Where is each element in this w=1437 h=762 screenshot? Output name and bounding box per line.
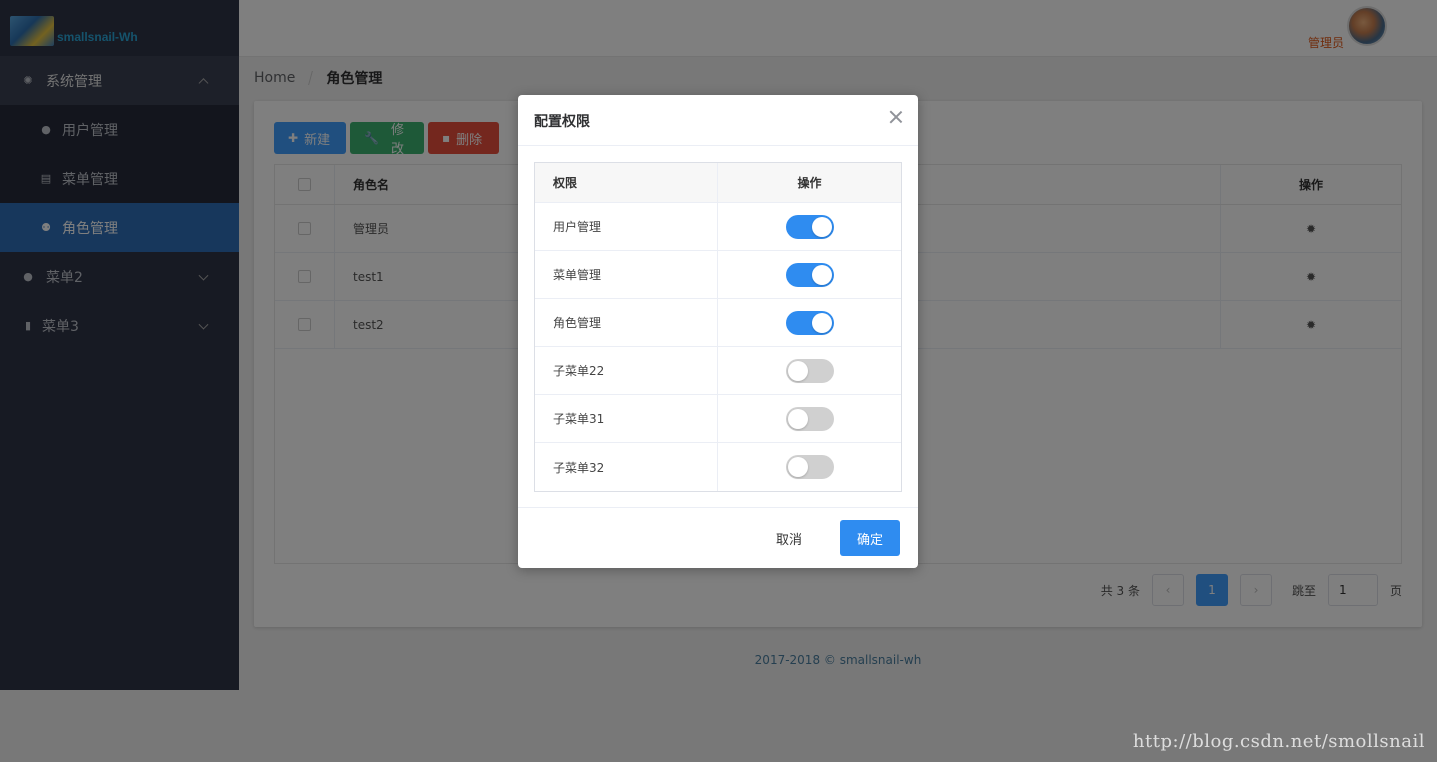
dialog-header: 配置权限 xyxy=(518,95,918,146)
permission-toggle[interactable] xyxy=(785,262,834,287)
permission-row: 角色管理 xyxy=(535,299,901,347)
toggle-knob xyxy=(811,312,832,333)
permission-toggle[interactable] xyxy=(785,310,834,335)
permission-toggle-cell xyxy=(718,203,901,250)
toggle-knob xyxy=(787,457,808,477)
column-header-permission: 权限 xyxy=(535,163,718,202)
permission-label: 子菜单22 xyxy=(535,347,718,394)
confirm-button[interactable]: 确定 xyxy=(840,520,900,556)
close-icon[interactable] xyxy=(888,109,904,125)
permission-toggle[interactable] xyxy=(785,214,834,239)
permission-toggle-cell xyxy=(718,395,901,442)
permission-toggle-cell xyxy=(718,347,901,394)
permission-label: 用户管理 xyxy=(535,203,718,250)
permission-toggle-cell xyxy=(718,251,901,298)
watermark: http://blog.csdn.net/smollsnail xyxy=(1132,731,1425,752)
permission-toggle-cell xyxy=(718,299,901,346)
permission-dialog: 配置权限 权限 操作 用户管理 菜单管理 角色管理 子菜单22 子菜单31 子菜单32 取… xyxy=(518,95,918,568)
permission-table: 权限 操作 用户管理 菜单管理 角色管理 子菜单22 子菜单31 子菜单32 xyxy=(534,162,902,492)
column-header-op: 操作 xyxy=(797,176,822,190)
permission-toggle[interactable] xyxy=(785,406,834,431)
permission-row: 子菜单32 xyxy=(535,443,901,491)
permission-toggle[interactable] xyxy=(785,358,834,383)
toggle-knob xyxy=(811,216,832,237)
dialog-footer: 取消 确定 xyxy=(518,507,918,568)
permission-table-header: 权限 操作 xyxy=(535,163,901,203)
permission-row: 菜单管理 xyxy=(535,251,901,299)
permission-row: 子菜单31 xyxy=(535,395,901,443)
permission-toggle-cell xyxy=(718,443,901,491)
toggle-knob xyxy=(787,408,808,429)
permission-row: 用户管理 xyxy=(535,203,901,251)
toggle-knob xyxy=(787,360,808,381)
permission-label: 子菜单32 xyxy=(535,443,718,491)
permission-label: 菜单管理 xyxy=(535,251,718,298)
cancel-button[interactable]: 取消 xyxy=(764,520,814,556)
dialog-title: 配置权限 xyxy=(534,114,590,130)
permission-toggle[interactable] xyxy=(785,455,834,479)
permission-label: 子菜单31 xyxy=(535,395,718,442)
permission-row: 子菜单22 xyxy=(535,347,901,395)
permission-label: 角色管理 xyxy=(535,299,718,346)
toggle-knob xyxy=(811,264,832,285)
